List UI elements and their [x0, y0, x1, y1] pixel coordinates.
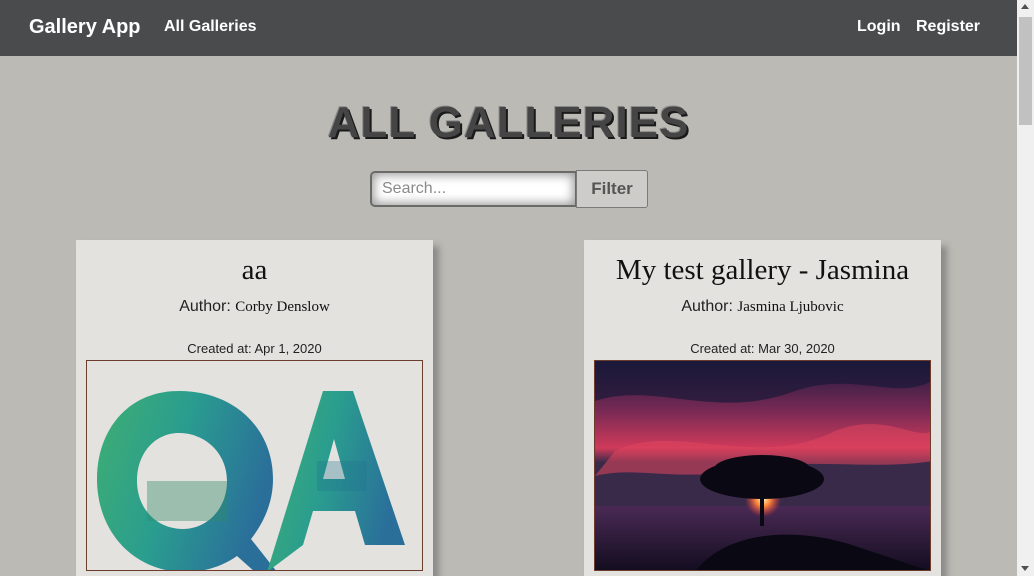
created-date: Mar 30, 2020 [758, 341, 835, 356]
author-name-link[interactable]: Jasmina Ljubovic [737, 299, 843, 315]
filter-button[interactable]: Filter [576, 170, 648, 208]
gallery-card: aa Author: Corby Denslow Created at: Apr… [76, 240, 433, 576]
scroll-up-arrow-icon[interactable] [1021, 4, 1029, 9]
nav-login-link[interactable]: Login [857, 18, 901, 36]
nav-register-link[interactable]: Register [916, 18, 980, 36]
gallery-image[interactable] [86, 360, 423, 571]
author-name-link[interactable]: Corby Denslow [235, 299, 330, 315]
qa-logo-image [97, 391, 405, 570]
gallery-card: My test gallery - Jasmina Author: Jasmin… [584, 240, 941, 576]
nav-all-galleries-link[interactable]: All Galleries [164, 18, 257, 36]
gallery-author: Author: Jasmina Ljubovic [584, 298, 941, 316]
search-input[interactable] [370, 171, 577, 207]
created-date: Apr 1, 2020 [254, 341, 322, 356]
created-label: Created at: [690, 341, 755, 356]
gallery-created: Created at: Mar 30, 2020 [584, 341, 941, 356]
sunset-tree-image [595, 361, 930, 570]
gallery-title-link[interactable]: aa [76, 254, 433, 287]
gallery-image[interactable] [594, 360, 931, 571]
created-label: Created at: [187, 341, 252, 356]
gallery-title-link[interactable]: My test gallery - Jasmina [584, 254, 941, 287]
gallery-author: Author: Corby Denslow [76, 298, 433, 316]
navbar: Gallery App All Galleries Login Register [0, 0, 1017, 56]
gallery-created: Created at: Apr 1, 2020 [76, 341, 433, 356]
scrollbar-thumb[interactable] [1019, 17, 1032, 125]
page-title: ALL GALLERIES [327, 98, 690, 147]
author-label: Author: [681, 298, 733, 315]
author-label: Author: [179, 298, 231, 315]
brand-link[interactable]: Gallery App [29, 16, 141, 39]
scroll-down-arrow-icon[interactable] [1021, 566, 1029, 571]
